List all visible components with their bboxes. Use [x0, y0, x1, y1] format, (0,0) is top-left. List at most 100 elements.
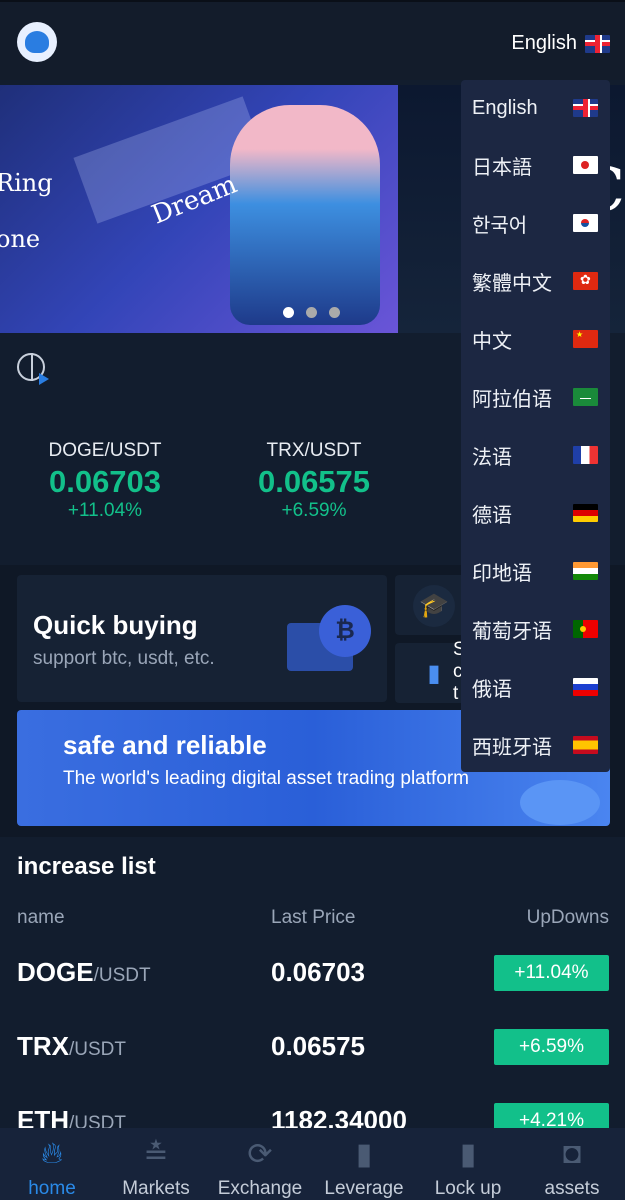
language-option[interactable]: 俄语: [461, 658, 610, 716]
language-option-label: 中文: [472, 330, 512, 353]
ticker-item[interactable]: DOGE/USDT 0.06703 +11.04%: [0, 440, 210, 522]
sa-flag-icon: [573, 388, 598, 406]
language-option-label: 法语: [472, 446, 512, 469]
nav-label: home: [28, 1178, 76, 1199]
carousel-dot[interactable]: [329, 307, 340, 318]
table-row[interactable]: TRX/USDT 0.06575 +6.59%: [0, 1029, 625, 1069]
carousel-dots: [283, 307, 340, 318]
nav-assets[interactable]: ◘ assets: [520, 1128, 624, 1200]
column-header-name: name: [17, 907, 65, 928]
hk-flag-icon: [573, 272, 598, 290]
banner-slide: Dream Ring one: [0, 85, 398, 333]
quick-buying-card[interactable]: Quick buying support btc, usdt, etc. ₿: [17, 575, 387, 702]
language-option[interactable]: 德语: [461, 484, 610, 542]
pair-name: TRX/USDT: [17, 1031, 126, 1062]
language-option-label: 阿拉伯语: [472, 388, 552, 411]
carousel-dot[interactable]: [283, 307, 294, 318]
language-option-label: 俄语: [472, 678, 512, 701]
column-header-change: UpDowns: [526, 907, 609, 928]
pair-name: DOGE/USDT: [17, 957, 151, 988]
bottom-nav: 🔥︎ home ≛ Markets ⟳ Exchange ▮ Leverage ▮ Lock up…: [0, 1128, 625, 1200]
language-dropdown: English 日本語 한국어 繁體中文中文阿拉伯语法语德语印地语葡萄牙语俄语西班牙语: [461, 80, 610, 772]
nav-exchange[interactable]: ⟳ Exchange: [208, 1128, 312, 1200]
language-option-label: 德语: [472, 504, 512, 527]
language-option-label: 日本語: [472, 156, 532, 179]
nav-label: Lock up: [434, 1178, 502, 1199]
language-option[interactable]: 中文: [461, 310, 610, 368]
nav-label: assets: [544, 1178, 600, 1199]
ticker-change: +11.04%: [67, 500, 143, 521]
ticker-pair: DOGE/USDT: [48, 440, 162, 461]
nav-lock-up[interactable]: ▮ Lock up: [416, 1128, 520, 1200]
language-option[interactable]: 印地语: [461, 542, 610, 600]
change-badge[interactable]: +11.04%: [494, 955, 609, 991]
language-option[interactable]: 繁體中文: [461, 252, 610, 310]
language-option[interactable]: 日本語: [461, 136, 610, 194]
language-option-label: 印地语: [472, 562, 532, 585]
ru-flag-icon: [573, 678, 598, 696]
last-price: 0.06703: [271, 957, 365, 987]
language-label: English: [511, 32, 577, 54]
quick-buying-title: Quick buying: [33, 610, 198, 640]
in-flag-icon: [573, 562, 598, 580]
language-option-label: English: [472, 96, 538, 119]
illustration: [230, 105, 380, 325]
carousel-dot[interactable]: [306, 307, 317, 318]
safe-subtitle: The world's leading digital asset tradin…: [63, 768, 470, 789]
document-icon: ▮: [355, 1137, 373, 1171]
base-currency: DOGE: [17, 957, 94, 987]
markets-icon: ≛: [143, 1137, 169, 1171]
column-header-price: Last Price: [271, 907, 356, 928]
ticker-pair: TRX/USDT: [266, 440, 362, 461]
language-option[interactable]: 한국어: [461, 194, 610, 252]
bitcoin-icon: ₿: [319, 605, 371, 657]
language-selector[interactable]: English: [511, 32, 610, 55]
refresh-icon: ⟳: [247, 1137, 273, 1171]
last-price: 0.06575: [271, 1031, 365, 1061]
jp-flag-icon: [573, 156, 598, 174]
quote-currency: /USDT: [69, 1039, 126, 1060]
language-option[interactable]: 葡萄牙语: [461, 600, 610, 658]
pt-flag-icon: [573, 620, 598, 638]
language-option-label: 西班牙语: [472, 736, 552, 759]
cn-flag-icon: [573, 330, 598, 348]
uk-flag-icon: [573, 99, 598, 117]
safe-title: safe and reliable: [63, 730, 267, 760]
nav-label: Markets: [122, 1178, 190, 1199]
uk-flag-icon: [585, 34, 610, 53]
quick-buying-subtitle: support btc, usdt, etc.: [33, 648, 215, 669]
language-option[interactable]: 西班牙语: [461, 716, 610, 774]
es-flag-icon: [573, 736, 598, 754]
fr-flag-icon: [573, 446, 598, 464]
base-currency: TRX: [17, 1031, 69, 1061]
language-option-label: 한국어: [472, 214, 528, 237]
nav-label: Exchange: [217, 1178, 303, 1199]
language-option-label: 繁體中文: [472, 272, 552, 295]
nav-markets[interactable]: ≛ Markets: [104, 1128, 208, 1200]
ticker-price: 0.06575: [257, 464, 371, 499]
flame-icon: 🔥︎: [40, 1137, 64, 1170]
wallet-icon: ◘: [562, 1137, 582, 1170]
language-option-label: 葡萄牙语: [472, 620, 552, 643]
app-logo[interactable]: [17, 22, 57, 62]
quote-currency: /USDT: [93, 965, 151, 986]
document-icon: ▮: [427, 660, 441, 687]
nav-home[interactable]: 🔥︎ home: [0, 1128, 104, 1200]
nav-leverage[interactable]: ▮ Leverage: [312, 1128, 416, 1200]
table-row[interactable]: DOGE/USDT 0.06703 +11.04%: [0, 955, 625, 995]
ticker-item[interactable]: TRX/USDT 0.06575 +6.59%: [209, 440, 419, 522]
graduation-cap-icon: 🎓: [413, 585, 455, 627]
de-flag-icon: [573, 504, 598, 522]
globe-icon[interactable]: [17, 353, 49, 385]
banner-text: Ring one: [0, 169, 53, 253]
language-option[interactable]: English: [461, 80, 610, 136]
ticker-change: +6.59%: [281, 500, 347, 521]
language-option[interactable]: 阿拉伯语: [461, 368, 610, 426]
ticker-price: 0.06703: [48, 464, 162, 499]
language-option[interactable]: 法语: [461, 426, 610, 484]
change-badge[interactable]: +6.59%: [494, 1029, 609, 1065]
kr-flag-icon: [573, 214, 598, 232]
document-icon: ▮: [459, 1137, 477, 1171]
increase-list-title: increase list: [17, 853, 156, 880]
header: English: [0, 0, 625, 80]
